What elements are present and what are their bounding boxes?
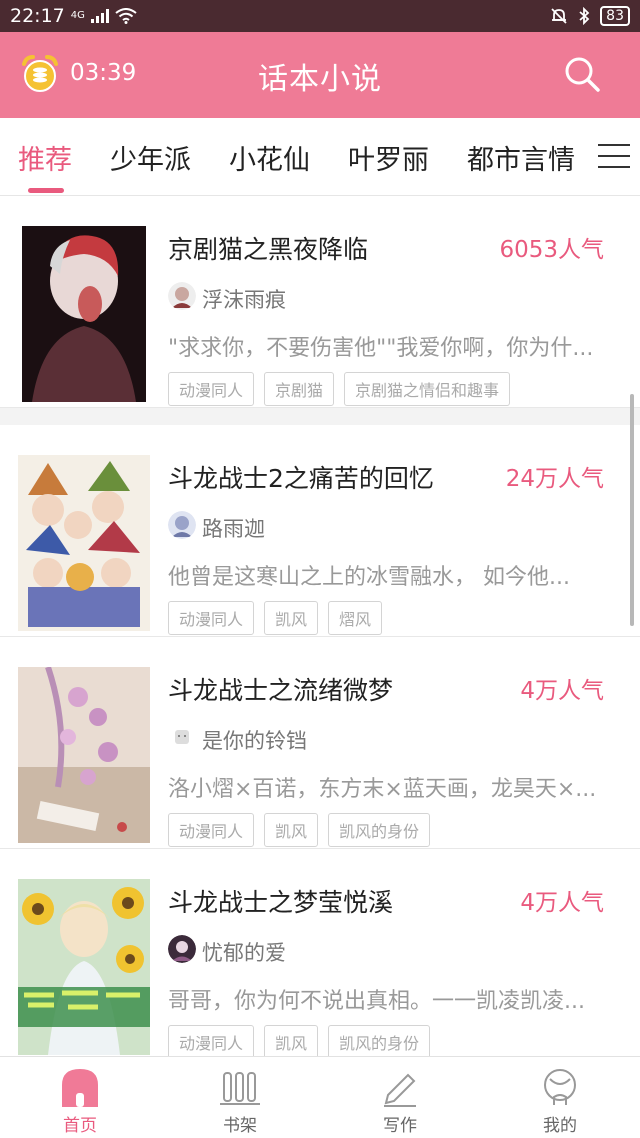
bluetooth-icon: [579, 7, 590, 25]
popularity-count: 6053人气: [499, 237, 604, 263]
wifi-icon: [115, 8, 137, 24]
tag[interactable]: 京剧猫: [264, 372, 335, 406]
author-name[interactable]: 是你的铃铛: [202, 725, 307, 755]
tag-list: 动漫同人 凯风 凯风的身份: [168, 813, 431, 847]
book-item[interactable]: 京剧猫之黑夜降临 6053人气 浮沫雨痕 "求求你，不要伤害他""我爱你啊，你为…: [0, 196, 640, 408]
book-title[interactable]: 京剧猫之黑夜降临: [168, 230, 368, 266]
tag-list: 动漫同人 凯风 熠风: [168, 601, 383, 635]
nav-home[interactable]: 首页: [0, 1057, 160, 1138]
book-cover[interactable]: [18, 455, 150, 631]
tag[interactable]: 凯风的身份: [328, 1025, 431, 1056]
tag[interactable]: 凯风: [264, 1025, 319, 1056]
author-name[interactable]: 路雨迦: [202, 513, 265, 543]
popularity-count: 4万人气: [520, 678, 604, 704]
book-summary: 哥哥，你为何不说出真相。一一凯凌凯凌...: [168, 989, 585, 1014]
book-title[interactable]: 斗龙战士之流绪微梦: [168, 671, 393, 707]
popularity-count: 24万人气: [505, 466, 604, 492]
book-summary: "求求你，不要伤害他""我爱你啊，你为什...: [168, 336, 594, 361]
book-item[interactable]: 斗龙战士之梦莹悦溪 4万人气 忧郁的爱 哥哥，你为何不说出真相。一一凯凌凯凌..…: [0, 849, 640, 1056]
tag[interactable]: 京剧猫之情侣和趣事: [344, 372, 511, 406]
tab-xiaohuaxian[interactable]: 小花仙: [229, 138, 310, 177]
nav-bookshelf[interactable]: 书架: [160, 1057, 320, 1138]
tag[interactable]: 凯风: [264, 601, 319, 635]
author-avatar: [168, 511, 196, 539]
nav-write[interactable]: 写作: [320, 1057, 480, 1138]
tab-recommend[interactable]: 推荐: [18, 138, 72, 177]
tag-list: 动漫同人 凯风 凯风的身份: [168, 1025, 431, 1056]
book-cover[interactable]: [18, 879, 150, 1055]
profile-icon: [544, 1069, 576, 1105]
pen-icon: [384, 1073, 416, 1107]
author-name[interactable]: 浮沫雨痕: [202, 284, 286, 314]
author-name[interactable]: 忧郁的爱: [202, 937, 286, 967]
book-cover[interactable]: [22, 226, 146, 402]
category-tabs: 推荐 少年派 小花仙 叶罗丽 都市言情: [0, 118, 640, 196]
search-icon[interactable]: [562, 54, 602, 94]
tab-dushi-yanqing[interactable]: 都市言情: [467, 138, 575, 177]
app-header: 03:39 话本小说: [0, 32, 640, 118]
author-avatar: [168, 282, 196, 310]
menu-icon[interactable]: [598, 144, 630, 170]
tag[interactable]: 凯风的身份: [328, 813, 431, 847]
book-item[interactable]: 斗龙战士之流绪微梦 4万人气 是你的铃铛 洛小熠×百诺，东方末×蓝天画，龙昊天×…: [0, 637, 640, 849]
home-icon: [62, 1069, 98, 1107]
bookshelf-icon: [220, 1072, 260, 1105]
book-cover[interactable]: [18, 667, 150, 843]
mute-bell-icon: [551, 8, 567, 24]
book-summary: 洛小熠×百诺，东方末×蓝天画，龙昊天×...: [168, 777, 597, 802]
status-time: 22:17: [10, 5, 65, 27]
nav-label: 我的: [543, 1116, 577, 1136]
book-list[interactable]: 京剧猫之黑夜降临 6053人气 浮沫雨痕 "求求你，不要伤害他""我爱你啊，你为…: [0, 196, 640, 1056]
book-title[interactable]: 斗龙战士之梦莹悦溪: [168, 883, 393, 919]
bottom-nav: 首页 书架 写作 我的: [0, 1056, 640, 1138]
network-type: 4G: [70, 10, 85, 21]
author-avatar: [168, 935, 196, 963]
nav-profile[interactable]: 我的: [480, 1057, 640, 1138]
active-tab-indicator: [28, 188, 64, 193]
battery-level: 83: [600, 6, 630, 26]
nav-label: 写作: [383, 1116, 417, 1136]
tag-list: 动漫同人 京剧猫 京剧猫之情侣和趣事: [168, 372, 511, 406]
author-avatar: [168, 723, 196, 751]
tab-shaonianpai[interactable]: 少年派: [110, 138, 191, 177]
book-title[interactable]: 斗龙战士2之痛苦的回忆: [168, 459, 434, 495]
tag[interactable]: 动漫同人: [168, 1025, 255, 1056]
app-title: 话本小说: [258, 62, 382, 97]
scrollbar[interactable]: [630, 394, 634, 626]
signal-icon: [90, 9, 109, 23]
tab-yeluoli[interactable]: 叶罗丽: [348, 138, 429, 177]
tag[interactable]: 熠风: [328, 601, 383, 635]
popularity-count: 4万人气: [520, 890, 604, 916]
tag[interactable]: 动漫同人: [168, 372, 255, 406]
tag[interactable]: 凯风: [264, 813, 319, 847]
nav-label: 首页: [63, 1116, 97, 1136]
status-bar: 22:17 4G 83: [0, 0, 640, 32]
nav-label: 书架: [223, 1116, 257, 1136]
tag[interactable]: 动漫同人: [168, 813, 255, 847]
book-summary: 他曾是这寒山之上的冰雪融水， 如今他...: [168, 565, 570, 590]
tag[interactable]: 动漫同人: [168, 601, 255, 635]
book-item[interactable]: 斗龙战士2之痛苦的回忆 24万人气 路雨迦 他曾是这寒山之上的冰雪融水， 如今他…: [0, 425, 640, 637]
